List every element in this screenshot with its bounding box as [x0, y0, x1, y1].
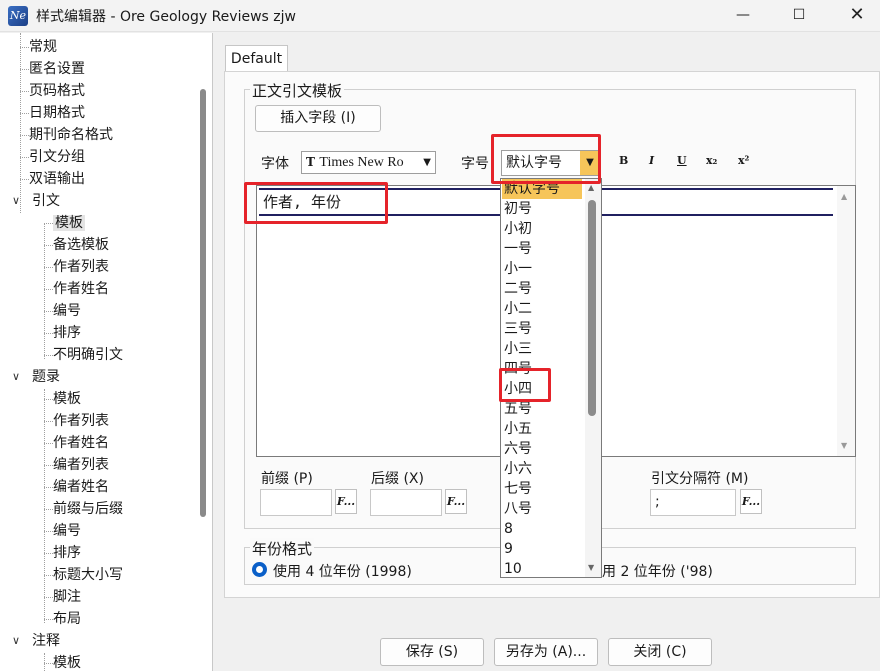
scroll-down-icon[interactable]: ▼	[588, 563, 594, 572]
font-size-option[interactable]: 10	[504, 559, 522, 577]
font-size-option[interactable]: 一号	[504, 239, 532, 259]
prefix-label: 前缀 (P)	[261, 471, 313, 487]
title-bar: Ne 样式编辑器 - Ore Geology Reviews zjw — ☐ ✕	[0, 0, 880, 32]
app-icon: Ne	[8, 6, 28, 26]
tree-item-editor-list[interactable]: 编者列表	[44, 454, 109, 476]
scroll-down-icon[interactable]: ▼	[841, 441, 847, 450]
window-title: 样式编辑器 - Ore Geology Reviews zjw	[36, 9, 296, 25]
tree-item-journal-names[interactable]: 期刊命名格式	[20, 124, 113, 146]
highlight-editor-text	[244, 182, 388, 224]
chevron-down-icon[interactable]: ∨	[12, 370, 20, 383]
year-2digit-label[interactable]: 用 2 位年份 ('98)	[602, 561, 713, 581]
font-size-option[interactable]: 9	[504, 539, 513, 559]
dropdown-scrollbar[interactable]: ▲ ▼	[585, 179, 601, 577]
underline-button[interactable]: U	[677, 154, 687, 167]
scroll-up-icon[interactable]: ▲	[588, 183, 594, 192]
tree-item-citations[interactable]: 引文	[32, 190, 60, 212]
font-size-option[interactable]: 二号	[504, 279, 532, 299]
save-button[interactable]: 保存 (S)	[380, 638, 484, 666]
tree-item-ambiguous[interactable]: 不明确引文	[44, 344, 123, 366]
tree-item-prefix-suffix[interactable]: 前缀与后缀	[44, 498, 123, 520]
tree-item-editor-name[interactable]: 编者姓名	[44, 476, 109, 498]
tree-item-footnote[interactable]: 脚注	[44, 586, 81, 608]
tree-item-citations-template[interactable]: 模板	[44, 212, 85, 234]
tree-item-sorting[interactable]: 排序	[44, 322, 81, 344]
tree-item-numbering[interactable]: 编号	[44, 300, 81, 322]
font-size-option[interactable]: 七号	[504, 479, 532, 499]
prefix-f-button[interactable]: F...	[335, 489, 357, 514]
tree-item-notes-template[interactable]: 模板	[44, 652, 81, 671]
close-window-button[interactable]: ✕	[834, 0, 880, 32]
tree-scrollbar[interactable]	[200, 89, 206, 517]
font-size-option[interactable]: 五号	[504, 399, 532, 419]
font-size-option[interactable]: 小六	[504, 459, 532, 479]
chevron-down-icon: ▼	[423, 157, 431, 168]
font-size-option[interactable]: 小二	[504, 299, 532, 319]
settings-tree: 常规 匿名设置 页码格式 日期格式 期刊命名格式 引文分组 双语输出 ∨ 引文 …	[0, 33, 213, 671]
tree-item-page-format[interactable]: 页码格式	[20, 80, 85, 102]
suffix-label: 后缀 (X)	[371, 471, 424, 487]
tree-item-anonymous[interactable]: 匿名设置	[20, 58, 85, 80]
template-group-title: 正文引文模板	[250, 80, 345, 101]
subscript-button[interactable]: x₂	[706, 154, 717, 167]
font-value: Times New Ro	[319, 155, 404, 170]
font-select[interactable]: T Times New Ro ▼	[301, 151, 436, 174]
prefix-input[interactable]	[260, 489, 332, 516]
tree-item-bilingual[interactable]: 双语输出	[20, 168, 85, 190]
separator-f-button[interactable]: F...	[740, 489, 762, 514]
dropdown-scroll-thumb[interactable]	[588, 200, 596, 416]
year-group-title: 年份格式	[250, 538, 315, 559]
save-as-button[interactable]: 另存为 (A)...	[494, 638, 598, 666]
highlight-xiaosi-option	[499, 368, 551, 402]
tree-item-alt-template[interactable]: 备选模板	[44, 234, 109, 256]
highlight-size-select	[491, 134, 601, 184]
tree-item-citation-grouping[interactable]: 引文分组	[20, 146, 85, 168]
tree-item-author-name[interactable]: 作者姓名	[44, 278, 109, 300]
tree-item-title-case[interactable]: 标题大小写	[44, 564, 123, 586]
font-size-option[interactable]: 初号	[504, 199, 532, 219]
tree-item-layout[interactable]: 布局	[44, 608, 81, 630]
year-4digit-radio[interactable]	[252, 562, 267, 577]
bold-button[interactable]: B	[619, 154, 628, 167]
tab-default[interactable]: Default	[225, 45, 288, 72]
tree-item-bib-author-name[interactable]: 作者姓名	[44, 432, 109, 454]
tree-item-date-format[interactable]: 日期格式	[20, 102, 85, 124]
suffix-f-button[interactable]: F...	[445, 489, 467, 514]
chevron-down-icon[interactable]: ∨	[12, 194, 20, 207]
close-button[interactable]: 关闭 (C)	[608, 638, 712, 666]
suffix-input[interactable]	[370, 489, 442, 516]
tree-item-bib-numbering[interactable]: 编号	[44, 520, 81, 542]
maximize-button[interactable]: ☐	[776, 0, 822, 32]
size-label: 字号	[461, 156, 489, 172]
tree-item-general[interactable]: 常规	[20, 36, 57, 58]
tree-item-author-list[interactable]: 作者列表	[44, 256, 109, 278]
font-size-option[interactable]: 小三	[504, 339, 532, 359]
font-size-option[interactable]: 三号	[504, 319, 532, 339]
font-size-option[interactable]: 小五	[504, 419, 532, 439]
year-4digit-label[interactable]: 使用 4 位年份 (1998)	[273, 561, 412, 581]
insert-field-button[interactable]: 插入字段 (I)	[255, 105, 381, 132]
font-size-option[interactable]: 六号	[504, 439, 532, 459]
font-size-option[interactable]: 8	[504, 519, 513, 539]
tree-item-bib-sorting[interactable]: 排序	[44, 542, 81, 564]
font-label: 字体	[261, 156, 289, 172]
editor-scrollbar[interactable]: ▲ ▼	[837, 186, 855, 456]
italic-button[interactable]: I	[649, 154, 654, 167]
truetype-icon: T	[306, 155, 315, 169]
tree-item-bib-template[interactable]: 模板	[44, 388, 81, 410]
separator-input[interactable]: ;	[650, 489, 736, 516]
tree-item-bibliography[interactable]: 题录	[32, 366, 60, 388]
tree-item-notes[interactable]: 注释	[32, 630, 60, 652]
chevron-down-icon[interactable]: ∨	[12, 634, 20, 647]
minimize-button[interactable]: —	[720, 0, 766, 32]
superscript-button[interactable]: x²	[738, 154, 749, 167]
tree-item-bib-author-list[interactable]: 作者列表	[44, 410, 109, 432]
font-size-option[interactable]: 小初	[504, 219, 532, 239]
scroll-up-icon[interactable]: ▲	[841, 192, 847, 201]
font-size-option[interactable]: 八号	[504, 499, 532, 519]
font-size-option[interactable]: 小一	[504, 259, 532, 279]
separator-label: 引文分隔符 (M)	[651, 471, 749, 487]
